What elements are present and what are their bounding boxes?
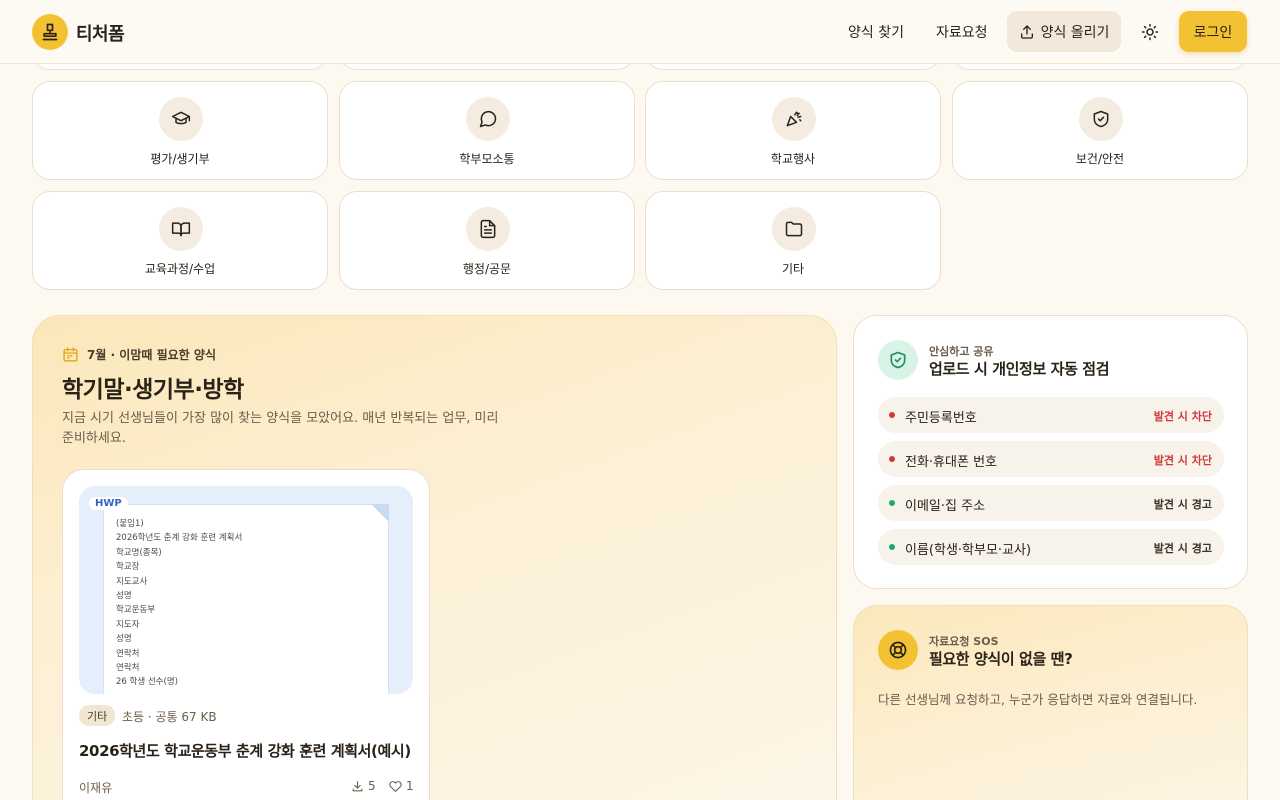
form-preview[interactable]: HWP (붙임1) 2026학년도 춘계 강화 훈련 계획서학교명(종목) 학교장지… bbox=[79, 486, 413, 694]
shield-check-icon bbox=[878, 340, 918, 380]
form-card[interactable]: HWP (붙임1) 2026학년도 춘계 강화 훈련 계획서학교명(종목) 학교장지… bbox=[62, 469, 430, 800]
preview-line: 지도자 bbox=[116, 619, 140, 630]
upload-icon bbox=[1020, 24, 1033, 39]
category-card-etc[interactable]: 기타 bbox=[645, 191, 941, 290]
privacy-kicker: 안심하고 공유 bbox=[929, 345, 994, 358]
category-label: 학교행사 bbox=[770, 152, 816, 166]
preview-line: 성명 bbox=[116, 634, 132, 645]
privacy-item: 이메일·집 주소 발견 시 경고 bbox=[878, 485, 1224, 521]
privacy-item-status: 발견 시 경고 bbox=[1153, 498, 1212, 511]
theme-toggle-button[interactable] bbox=[1133, 15, 1167, 49]
season-title: 학기말·생기부·방학 bbox=[62, 377, 244, 403]
nav-requests[interactable]: 자료요청 bbox=[936, 22, 988, 42]
category-label: 평가/생기부 bbox=[150, 152, 210, 166]
folder-icon bbox=[772, 207, 816, 251]
preview-line: 연락처 bbox=[116, 663, 140, 674]
privacy-item-status: 발견 시 차단 bbox=[1153, 454, 1212, 467]
shield-check-icon bbox=[1079, 97, 1123, 141]
category-label: 교육과정/수업 bbox=[144, 262, 216, 276]
file-format-badge: HWP bbox=[89, 497, 128, 510]
category-label: 학부모소통 bbox=[459, 152, 515, 166]
sos-description: 다른 선생님께 요청하고, 누군가 응답하면 자료와 연결됩니다. bbox=[878, 692, 1198, 707]
privacy-item-label: 전화·휴대폰 번호 bbox=[905, 455, 997, 470]
form-title[interactable]: 2026학년도 학교운동부 춘계 강화 훈련 계획서(예시) bbox=[79, 740, 411, 761]
request-sos-panel[interactable]: 자료요청 SOS 필요한 양식이 없을 땐? 다른 선생님께 요청하고, 누군가… bbox=[853, 605, 1248, 800]
preview-line: 학교운동부 bbox=[116, 605, 156, 616]
category-card-curriculum[interactable]: 교육과정/수업 bbox=[32, 191, 328, 290]
chat-bubble-icon bbox=[466, 97, 510, 141]
preview-line: 학교명(종목) bbox=[116, 547, 162, 558]
form-author: 이재유 bbox=[79, 781, 113, 795]
login-button[interactable]: 로그인 bbox=[1179, 11, 1247, 52]
status-dot bbox=[889, 412, 895, 418]
season-kicker: 7월 · 이맘때 필요한 양식 bbox=[62, 346, 216, 363]
graduation-cap-icon bbox=[159, 97, 203, 141]
privacy-item: 주민등록번호 발견 시 차단 bbox=[878, 397, 1224, 433]
top-header: 티처폼 양식 찾기 자료요청 양식 올리기 로그인 bbox=[0, 0, 1280, 64]
preview-line: (붙임1) bbox=[116, 519, 144, 529]
status-dot bbox=[889, 544, 895, 550]
download-count-value: 5 bbox=[368, 779, 376, 793]
season-kicker-text: 7월 · 이맘때 필요한 양식 bbox=[87, 348, 216, 362]
download-count: 5 bbox=[351, 779, 376, 793]
privacy-item-label: 이메일·집 주소 bbox=[905, 499, 986, 514]
sun-icon bbox=[1141, 23, 1159, 41]
like-count-value: 1 bbox=[406, 779, 414, 793]
calendar-icon bbox=[63, 347, 78, 362]
privacy-title: 업로드 시 개인정보 자동 점검 bbox=[929, 360, 1110, 378]
upload-form-button[interactable]: 양식 올리기 bbox=[1007, 11, 1121, 52]
privacy-item: 전화·휴대폰 번호 발견 시 차단 bbox=[878, 441, 1224, 477]
privacy-item-status: 발견 시 경고 bbox=[1153, 542, 1212, 555]
preview-line: 학교장 bbox=[116, 562, 140, 573]
form-meta: 초등 · 공통 67 KB bbox=[122, 710, 217, 724]
party-popper-icon bbox=[772, 97, 816, 141]
preview-line: 연락처 bbox=[116, 648, 140, 659]
privacy-item-status: 발견 시 차단 bbox=[1153, 410, 1212, 423]
brand-name[interactable]: 티처폼 bbox=[76, 20, 125, 46]
privacy-item-label: 주민등록번호 bbox=[905, 411, 977, 426]
like-count[interactable]: 1 bbox=[389, 779, 414, 793]
season-description: 지금 시기 선생님들이 가장 많이 찾는 양식을 모았어요. 매년 반복되는 업… bbox=[62, 411, 499, 446]
category-label: 행정/공문 bbox=[462, 262, 512, 276]
preview-text-lines: (붙임1) 2026학년도 춘계 강화 훈련 계획서학교명(종목) 학교장지도교사성… bbox=[116, 517, 242, 690]
seasonal-forms-panel: 7월 · 이맘때 필요한 양식 학기말·생기부·방학 지금 시기 선생님들이 가… bbox=[32, 315, 837, 800]
status-dot bbox=[889, 456, 895, 462]
preview-paper: (붙임1) 2026학년도 춘계 강화 훈련 계획서학교명(종목) 학교장지도교사성… bbox=[103, 504, 389, 694]
brand-logo[interactable] bbox=[32, 14, 68, 50]
category-card-health-safety[interactable]: 보건/안전 bbox=[952, 81, 1248, 180]
category-card-school-events[interactable]: 학교행사 bbox=[645, 81, 941, 180]
preview-line: 2026학년도 춘계 강화 훈련 계획서 bbox=[116, 533, 243, 544]
page-fold bbox=[371, 504, 389, 522]
heart-icon bbox=[389, 780, 402, 792]
upload-form-label: 양식 올리기 bbox=[1040, 24, 1110, 41]
category-tag: 기타 bbox=[79, 705, 116, 726]
category-card-parent-communication[interactable]: 학부모소통 bbox=[339, 81, 635, 180]
nav-find-forms[interactable]: 양식 찾기 bbox=[848, 22, 904, 42]
category-label: 기타 bbox=[781, 262, 805, 276]
open-book-icon bbox=[159, 207, 203, 251]
sos-kicker: 자료요청 SOS bbox=[929, 635, 999, 648]
sos-title: 필요한 양식이 없을 땐? bbox=[929, 650, 1073, 668]
category-card-evaluation[interactable]: 평가/생기부 bbox=[32, 81, 328, 180]
preview-line: 26 학생 선수(명) bbox=[116, 677, 178, 688]
lifebuoy-icon bbox=[878, 630, 918, 670]
stamp-icon bbox=[42, 23, 58, 41]
preview-line: 성명 bbox=[116, 591, 132, 602]
category-label: 보건/안전 bbox=[1075, 152, 1125, 166]
preview-line: 지도교사 bbox=[116, 576, 148, 587]
privacy-item: 이름(학생·학부모·교사) 발견 시 경고 bbox=[878, 529, 1224, 565]
document-icon bbox=[466, 207, 510, 251]
category-card-administration[interactable]: 행정/공문 bbox=[339, 191, 635, 290]
status-dot bbox=[889, 500, 895, 506]
privacy-item-label: 이름(학생·학부모·교사) bbox=[905, 543, 1032, 558]
download-icon bbox=[352, 780, 363, 791]
privacy-check-panel: 안심하고 공유 업로드 시 개인정보 자동 점검 주민등록번호 발견 시 차단 … bbox=[853, 315, 1248, 589]
